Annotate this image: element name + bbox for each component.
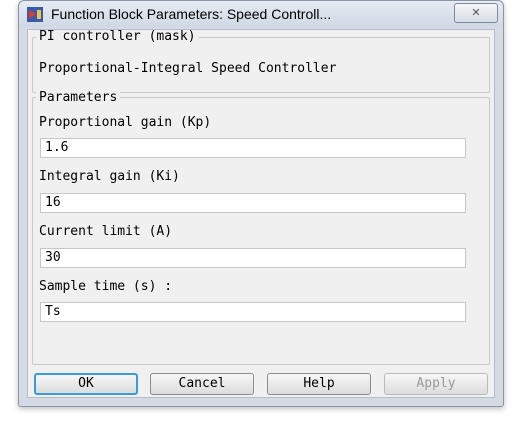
ok-button[interactable]: OK — [34, 373, 138, 395]
close-icon: ✕ — [471, 7, 481, 19]
sample-time-input[interactable]: Ts — [40, 302, 466, 322]
current-limit-label: Current limit (A) — [39, 224, 173, 239]
simulink-block-icon — [27, 7, 43, 22]
parameters-legend: Parameters — [36, 91, 121, 105]
window-title: Function Block Parameters: Speed Control… — [51, 6, 332, 22]
kp-label: Proportional gain (Kp) — [39, 115, 212, 130]
dialog-body: PI controller (mask) Proportional-Integr… — [27, 29, 495, 398]
mask-legend: PI controller (mask) — [36, 30, 199, 44]
apply-button[interactable]: Apply — [384, 373, 488, 395]
ki-input[interactable]: 16 — [40, 193, 466, 213]
cancel-button[interactable]: Cancel — [150, 373, 254, 395]
dialog-window: Function Block Parameters: Speed Control… — [18, 0, 504, 407]
ki-label: Integral gain (Ki) — [39, 169, 180, 184]
mask-description: Proportional-Integral Speed Controller — [39, 61, 337, 76]
close-button[interactable]: ✕ — [454, 3, 498, 23]
sample-time-label: Sample time (s) : — [39, 279, 173, 294]
current-limit-input[interactable]: 30 — [40, 248, 466, 268]
help-button[interactable]: Help — [267, 373, 371, 395]
title-bar[interactable]: Function Block Parameters: Speed Control… — [19, 1, 503, 27]
kp-input[interactable]: 1.6 — [40, 138, 466, 158]
